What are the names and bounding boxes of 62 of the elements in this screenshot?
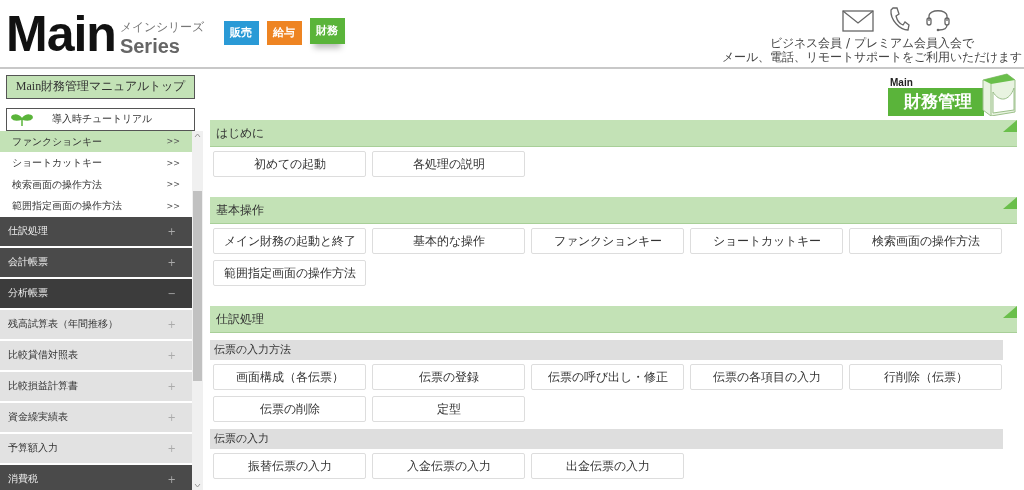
tutorial-button[interactable]: 導入時チュートリアル: [6, 107, 195, 131]
toggle-sign: +: [167, 380, 176, 392]
topic-link[interactable]: 範囲指定画面の操作方法: [213, 260, 366, 286]
corner-fold-icon: [1003, 120, 1017, 132]
toggle-sign: +: [167, 256, 176, 268]
corner-fold-icon: [1003, 306, 1017, 318]
topic-link[interactable]: 出金伝票の入力: [531, 453, 684, 479]
support-text: メール、電話、リモートサポートをご利用いただけます: [722, 49, 1022, 64]
logo-kana-text: メインシリーズ: [119, 18, 204, 36]
toggle-sign: +: [167, 473, 176, 485]
topic-link[interactable]: 伝票の各項目の入力: [690, 364, 843, 390]
manual-top-button[interactable]: Main財務管理マニュアルトップ: [6, 75, 195, 99]
arrow-marker: >>: [166, 137, 180, 147]
toggle-sign: −: [167, 287, 176, 299]
topic-link[interactable]: 基本的な操作: [372, 228, 525, 254]
topic-link[interactable]: 定型: [372, 396, 525, 422]
sprout-icon: [11, 112, 33, 127]
topic-link[interactable]: メイン財務の起動と終了: [213, 228, 366, 254]
topic-link[interactable]: 各処理の説明: [372, 151, 525, 177]
toggle-sign: +: [167, 318, 176, 330]
nav-category[interactable]: 比較損益計算書 +: [0, 371, 192, 401]
toggle-sign: +: [167, 442, 176, 454]
topic-link[interactable]: 入金伝票の入力: [372, 453, 525, 479]
topic-link[interactable]: 初めての起動: [213, 151, 366, 177]
section-title: 基本操作: [215, 201, 264, 219]
nav-category[interactable]: 仕訳処理 +: [0, 216, 192, 246]
support-text: ビジネス会員 / プレミアム会員入会で: [770, 35, 974, 50]
toggle-sign: +: [167, 411, 176, 423]
corner-fold-icon: [1003, 197, 1017, 209]
nav-category[interactable]: 残高試算表（年間推移） +: [0, 309, 192, 339]
topic-link[interactable]: ファンクションキー: [531, 228, 684, 254]
toggle-sign: +: [167, 225, 176, 237]
topic-link[interactable]: ショートカットキー: [690, 228, 843, 254]
nav-category[interactable]: 比較貸借対照表 +: [0, 340, 192, 370]
group-header: 伝票の入力方法: [210, 340, 1003, 360]
logo-main-text: Main: [6, 11, 116, 56]
brand-text: Main: [890, 78, 913, 88]
nav-category[interactable]: 消費税 +: [0, 464, 192, 490]
topic-link[interactable]: 検索画面の操作方法: [849, 228, 1002, 254]
phone-icon: [888, 5, 910, 32]
topic-link[interactable]: 振替伝票の入力: [213, 453, 366, 479]
topic-link[interactable]: 伝票の呼び出し・修正: [531, 364, 684, 390]
section-title: 仕訳処理: [215, 310, 264, 328]
nav-category[interactable]: 予算額入力 +: [0, 433, 192, 463]
topic-link[interactable]: 伝票の登録: [372, 364, 525, 390]
arrow-marker: >>: [166, 158, 180, 168]
nav-category[interactable]: 資金繰実績表 +: [0, 402, 192, 432]
topic-link[interactable]: 伝票の削除: [213, 396, 366, 422]
arrow-marker: >>: [166, 180, 180, 190]
section-title: はじめに: [215, 124, 264, 142]
toggle-sign: +: [167, 349, 176, 361]
topic-link[interactable]: 画面構成（各伝票）: [213, 364, 366, 390]
product-box-icon: [981, 72, 1017, 116]
nav-link[interactable]: ファンクションキー >>: [0, 130, 192, 153]
nav-category[interactable]: 会計帳票 +: [0, 247, 192, 277]
logo-series-text: Series: [119, 35, 181, 56]
nav-category[interactable]: 分析帳票 −: [0, 278, 192, 308]
arrow-marker: >>: [166, 201, 180, 211]
topic-link[interactable]: 行削除（伝票）: [849, 364, 1002, 390]
mail-icon: [842, 9, 874, 32]
group-header: 伝票の入力: [210, 429, 1003, 449]
product-name-banner: 財務管理: [888, 88, 984, 116]
